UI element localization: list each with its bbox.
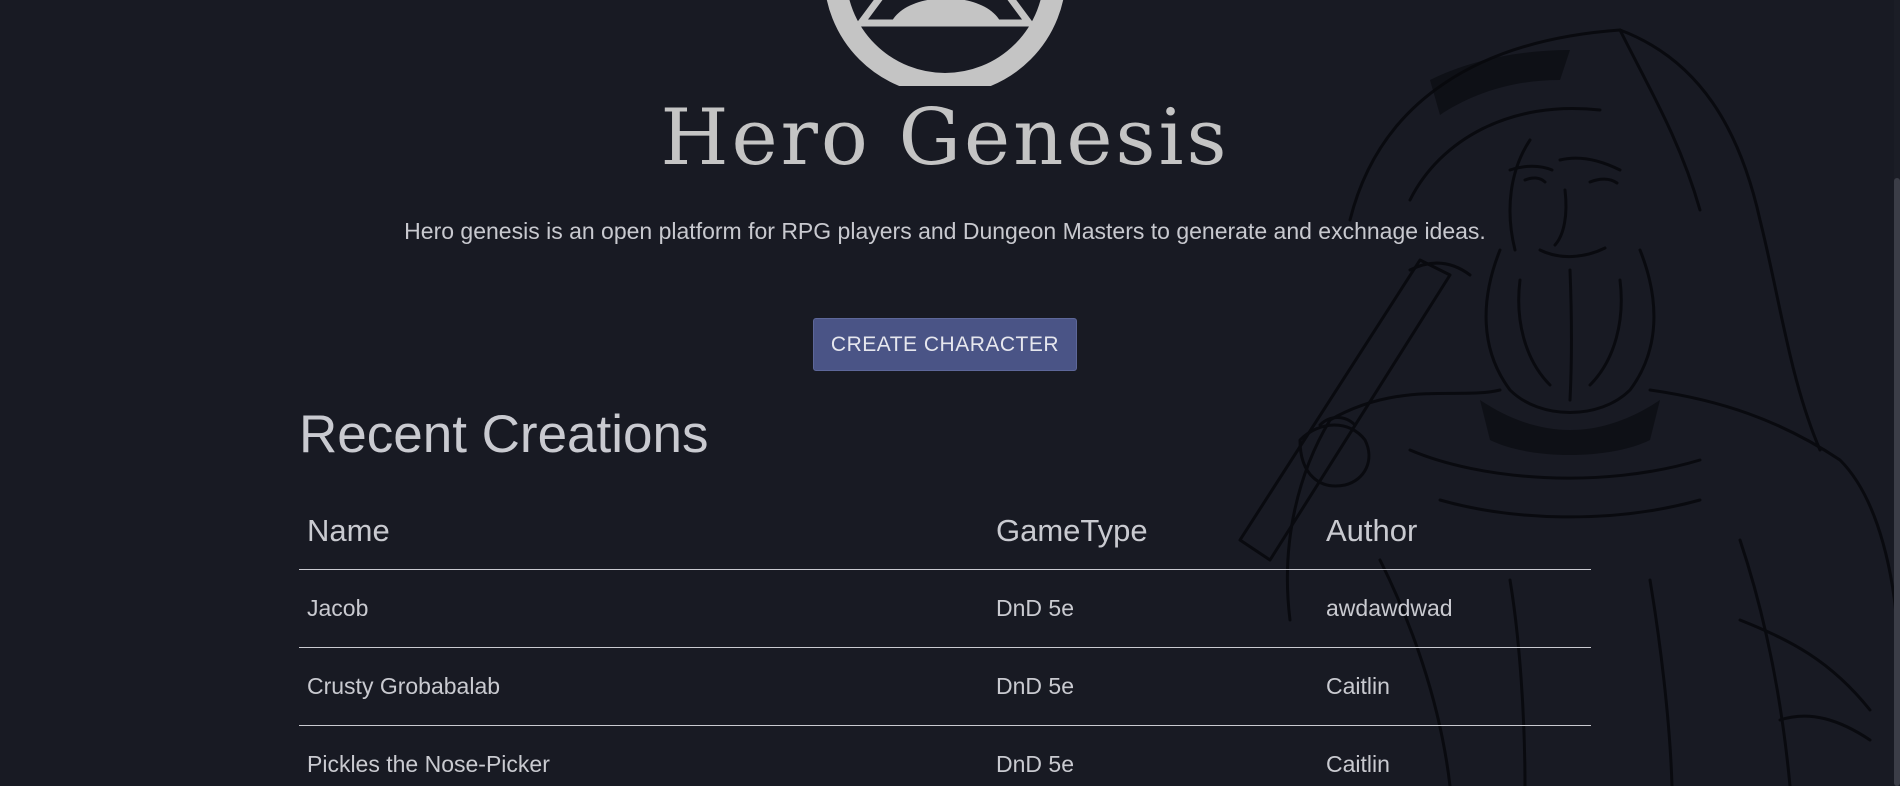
column-header-author[interactable]: Author (1318, 492, 1591, 570)
cell-gametype: DnD 5e (988, 647, 1318, 726)
cell-name[interactable]: Crusty Grobabalab (299, 647, 988, 726)
recent-creations-title: Recent Creations (299, 405, 709, 464)
cell-author: Caitlin (1318, 647, 1591, 726)
vertical-scrollbar[interactable] (1894, 0, 1900, 786)
table-row[interactable]: Jacob DnD 5e awdawdwad (299, 569, 1591, 648)
table-row[interactable]: Crusty Grobabalab DnD 5e Caitlin (299, 647, 1591, 726)
table-header: Name GameType Author (299, 492, 1591, 570)
page: Hero Genesis Hero genesis is an open pla… (0, 0, 1900, 786)
cell-name[interactable]: Jacob (299, 569, 988, 648)
cell-gametype: DnD 5e (988, 569, 1318, 648)
cell-author: awdawdwad (1318, 569, 1591, 648)
table-header-row: Name GameType Author (299, 492, 1591, 570)
create-character-button[interactable]: CREATE CHARACTER (813, 318, 1077, 371)
site-title: Hero Genesis (660, 93, 1230, 183)
cell-name[interactable]: Pickles the Nose-Picker (299, 725, 988, 786)
column-header-name[interactable]: Name (299, 492, 988, 570)
scrollbar-thumb[interactable] (1894, 178, 1900, 786)
table-body: Jacob DnD 5e awdawdwad Crusty Grobabalab… (299, 569, 1591, 786)
cell-author: Caitlin (1318, 725, 1591, 786)
tagline: Hero genesis is an open platform for RPG… (404, 218, 1486, 244)
column-header-gametype[interactable]: GameType (988, 492, 1318, 570)
table-row[interactable]: Pickles the Nose-Picker DnD 5e Caitlin (299, 725, 1591, 786)
cell-gametype: DnD 5e (988, 725, 1318, 786)
logo-icon (826, 0, 1064, 86)
recent-creations-table: Name GameType Author Jacob DnD 5e awdawd… (299, 492, 1591, 786)
